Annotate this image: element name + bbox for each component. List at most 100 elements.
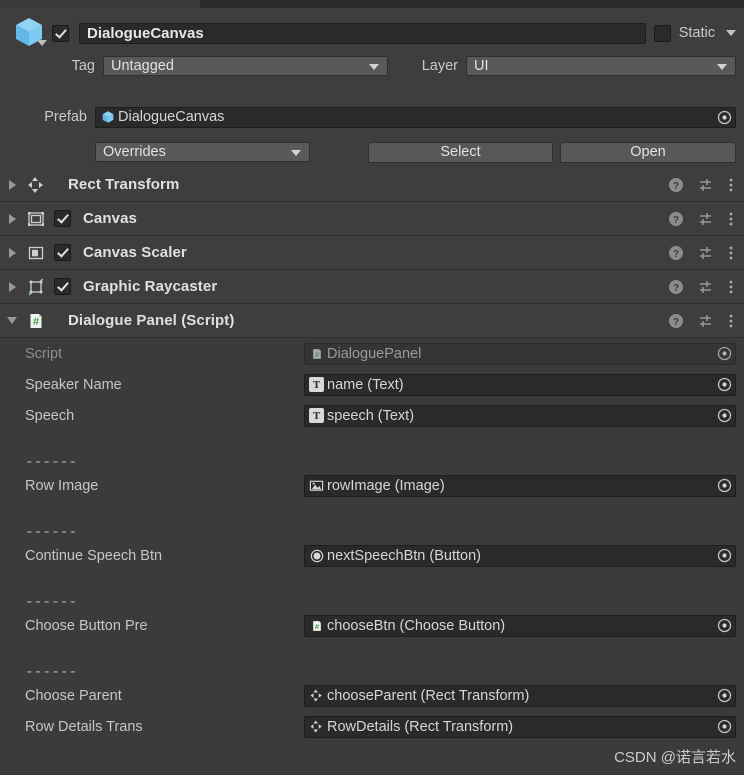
help-icon[interactable]: ? [668, 177, 684, 193]
continue-speech-btn-object-field[interactable]: nextSpeechBtn (Button) [304, 544, 736, 567]
component-header-canvas-scaler[interactable]: Canvas Scaler ? [0, 236, 744, 270]
kebab-menu-icon[interactable] [728, 313, 734, 329]
preset-sliders-icon[interactable] [698, 279, 714, 295]
svg-text:?: ? [673, 317, 679, 328]
preset-sliders-icon[interactable] [698, 313, 714, 329]
row-details-trans-object-field[interactable]: RowDetails (Rect Transform) [304, 715, 736, 738]
rect-transform-icon [24, 175, 48, 195]
help-icon[interactable]: ? [668, 279, 684, 295]
component-name: Canvas Scaler [83, 244, 187, 261]
preset-sliders-icon[interactable] [698, 245, 714, 261]
prefab-row: Prefab DialogueCanvas [0, 104, 744, 130]
prefab-label: Prefab [44, 109, 87, 125]
help-icon[interactable]: ? [668, 211, 684, 227]
help-icon[interactable]: ? [668, 245, 684, 261]
property-label: Script [25, 345, 63, 362]
property-value: nextSpeechBtn (Button) [327, 547, 481, 564]
text-component-icon: T [309, 377, 324, 392]
property-row-continue-speech-btn: Continue Speech Btn nextSpeechBtn (Butto… [0, 540, 744, 571]
property-row-speech: Speech T speech (Text) [0, 400, 744, 431]
foldout-arrow-icon[interactable] [0, 179, 24, 190]
gameobject-name-input[interactable]: DialogueCanvas [79, 22, 646, 44]
property-label: Choose Button Pre [25, 617, 148, 634]
component-actions: ? [668, 202, 734, 235]
kebab-menu-icon[interactable] [728, 279, 734, 295]
graphic-raycaster-icon [24, 277, 48, 297]
choose-button-pre-object-field[interactable]: # chooseBtn (Choose Button) [304, 614, 736, 637]
component-header-graphic-raycaster[interactable]: Graphic Raycaster ? [0, 270, 744, 304]
preset-sliders-icon[interactable] [698, 177, 714, 193]
prefab-actions-row: Overrides Select Open [0, 140, 744, 164]
static-checkbox[interactable] [653, 24, 671, 42]
canvas-icon [24, 209, 48, 229]
object-picker-icon[interactable] [715, 476, 734, 495]
script-object-field: # DialoguePanel [304, 342, 736, 365]
component-header-canvas[interactable]: Canvas ? [0, 202, 744, 236]
component-enabled-checkbox[interactable] [54, 244, 71, 261]
kebab-menu-icon[interactable] [728, 245, 734, 261]
open-button[interactable]: Open [560, 141, 736, 163]
object-picker-icon[interactable] [715, 108, 734, 127]
property-row-row-details-trans: Row Details Trans RowDetails (Rect Trans… [0, 711, 744, 742]
separator-row: ------ [0, 587, 744, 611]
object-picker-icon[interactable] [715, 546, 734, 565]
separator-row: ------ [0, 517, 744, 541]
choose-parent-object-field[interactable]: chooseParent (Rect Transform) [304, 684, 736, 707]
preset-sliders-icon[interactable] [698, 211, 714, 227]
rect-transform-icon [309, 688, 324, 703]
prefab-dropdown-arrow[interactable] [37, 40, 47, 46]
svg-text:?: ? [673, 249, 679, 260]
speech-object-field[interactable]: T speech (Text) [304, 404, 736, 427]
gameobject-header: DialogueCanvas Static Tag Untagged Layer… [0, 8, 744, 169]
object-picker-icon[interactable] [715, 344, 734, 363]
image-component-icon [309, 478, 324, 493]
foldout-arrow-icon[interactable] [0, 247, 24, 258]
overrides-dropdown[interactable]: Overrides [95, 142, 310, 162]
component-name: Graphic Raycaster [83, 278, 218, 295]
layer-value: UI [474, 58, 489, 74]
component-header-rect-transform[interactable]: Rect Transform ? [0, 168, 744, 202]
prefab-cube-icon[interactable] [6, 14, 52, 52]
component-enabled-checkbox[interactable] [54, 210, 71, 227]
foldout-arrow-icon[interactable] [0, 317, 24, 324]
prefab-cube-icon [100, 110, 115, 125]
property-row-row-image: Row Image rowImage (Image) [0, 470, 744, 501]
prefab-object-field[interactable]: DialogueCanvas [95, 106, 736, 128]
foldout-arrow-icon[interactable] [0, 281, 24, 292]
property-label: Row Image [25, 477, 99, 494]
separator-row: ------ [0, 447, 744, 471]
layer-dropdown[interactable]: UI [466, 56, 736, 76]
object-picker-icon[interactable] [715, 375, 734, 394]
foldout-arrow-icon[interactable] [0, 213, 24, 224]
object-picker-icon[interactable] [715, 406, 734, 425]
component-header-dialogue-panel[interactable]: # Dialogue Panel (Script) ? [0, 304, 744, 338]
select-button[interactable]: Select [368, 141, 553, 163]
speaker-name-object-field[interactable]: T name (Text) [304, 373, 736, 396]
static-dropdown-arrow[interactable] [726, 30, 736, 36]
gameobject-active-checkbox[interactable] [52, 24, 69, 42]
component-enabled-checkbox[interactable] [54, 278, 71, 295]
button-component-icon [309, 548, 324, 563]
cs-script-icon: # [309, 618, 324, 633]
tag-dropdown[interactable]: Untagged [103, 56, 388, 76]
row-image-object-field[interactable]: rowImage (Image) [304, 474, 736, 497]
kebab-menu-icon[interactable] [728, 177, 734, 193]
cs-script-icon: # [24, 311, 48, 331]
svg-text:?: ? [673, 283, 679, 294]
rect-transform-icon [309, 719, 324, 734]
help-icon[interactable]: ? [668, 313, 684, 329]
tag-layer-row: Tag Untagged Layer UI [0, 54, 744, 78]
object-picker-icon[interactable] [715, 686, 734, 705]
kebab-menu-icon[interactable] [728, 211, 734, 227]
object-picker-icon[interactable] [715, 616, 734, 635]
property-label: Speaker Name [25, 376, 122, 393]
static-label: Static [678, 25, 715, 41]
svg-text:#: # [314, 621, 319, 630]
object-picker-icon[interactable] [715, 717, 734, 736]
separator-dashes: ------ [25, 595, 78, 611]
inspector-tab[interactable] [0, 0, 200, 8]
prefab-value: DialogueCanvas [118, 109, 225, 125]
layer-label: Layer [421, 58, 458, 74]
